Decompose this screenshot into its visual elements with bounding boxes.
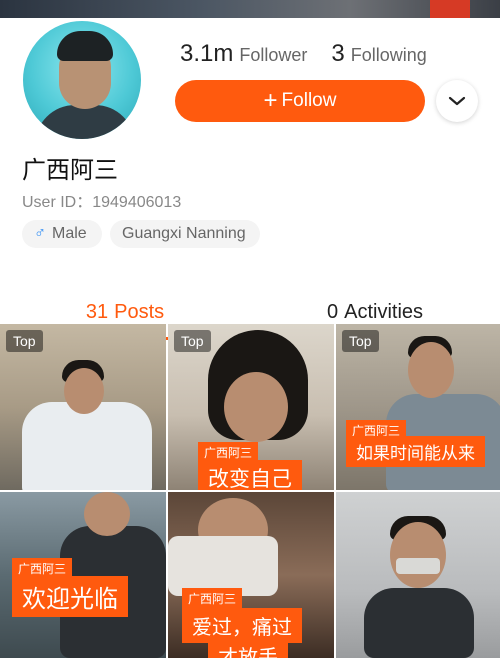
post-thumbnail[interactable]: 广西阿三 爱过，痛过 才放手: [168, 492, 334, 658]
top-badge: Top: [174, 330, 211, 352]
avatar-shirt: [35, 105, 135, 139]
follow-button-label: Follow: [281, 90, 337, 111]
post-caption-big: 如果时间能从来: [346, 436, 485, 467]
profile-card: 3.1m Follower 3 Following + Follow 广西阿三 …: [0, 18, 500, 340]
posts-grid: Top Top 广西阿三 改变自己 Top 广西阿三 如果时间能从来 广西阿三 …: [0, 324, 500, 659]
post-caption-big-line2: 才放手: [208, 638, 288, 658]
post-thumbnail[interactable]: [336, 492, 500, 658]
username: 广西阿三: [22, 156, 118, 184]
post-caption-small: 广西阿三: [182, 588, 243, 609]
post-figure: [364, 588, 474, 658]
post-phone: [168, 536, 278, 596]
avatar[interactable]: [20, 18, 144, 142]
post-caption-big: 欢迎光临: [12, 576, 128, 617]
post-figure-head: [64, 368, 104, 414]
avatar-hair: [57, 31, 113, 61]
post-thumbnail[interactable]: Top 广西阿三 如果时间能从来: [336, 324, 500, 490]
post-mouth-tape: [396, 558, 440, 574]
post-figure-head: [408, 342, 454, 398]
male-icon: ♂: [34, 225, 46, 242]
location-label: Guangxi Nanning: [122, 225, 246, 242]
location-tag: Guangxi Nanning: [110, 220, 260, 248]
post-figure-head: [84, 492, 130, 536]
user-id[interactable]: User ID：1949406013: [22, 188, 181, 212]
plus-icon: +: [263, 87, 278, 114]
post-figure-head: [224, 372, 288, 442]
gender-label: Male: [52, 225, 87, 242]
gender-tag: ♂ Male: [22, 220, 102, 248]
tab-activities-label: Activities: [344, 300, 424, 323]
post-figure: [22, 402, 152, 490]
chevron-down-icon: [448, 96, 466, 106]
profile-stats: 3.1m Follower 3 Following: [180, 40, 427, 68]
post-thumbnail[interactable]: 广西阿三 欢迎光临: [0, 492, 166, 658]
follow-button[interactable]: + Follow: [175, 80, 425, 122]
top-badge: Top: [342, 330, 379, 352]
followers-label[interactable]: Follower: [239, 45, 307, 66]
more-options-button[interactable]: [436, 80, 478, 122]
post-thumbnail[interactable]: Top 广西阿三 改变自己: [168, 324, 334, 490]
post-thumbnail[interactable]: Top: [0, 324, 166, 490]
tab-posts-count: 31: [85, 300, 109, 323]
top-badge: Top: [6, 330, 43, 352]
post-figure-head: [390, 522, 446, 588]
tab-activities-count: 0: [326, 300, 339, 323]
following-count[interactable]: 3: [331, 40, 344, 68]
cover-banner: [0, 0, 500, 18]
tab-posts-label: Posts: [114, 300, 165, 323]
followers-count[interactable]: 3.1m: [180, 40, 233, 68]
following-label[interactable]: Following: [351, 45, 427, 66]
post-caption-big: 改变自己: [198, 460, 302, 490]
